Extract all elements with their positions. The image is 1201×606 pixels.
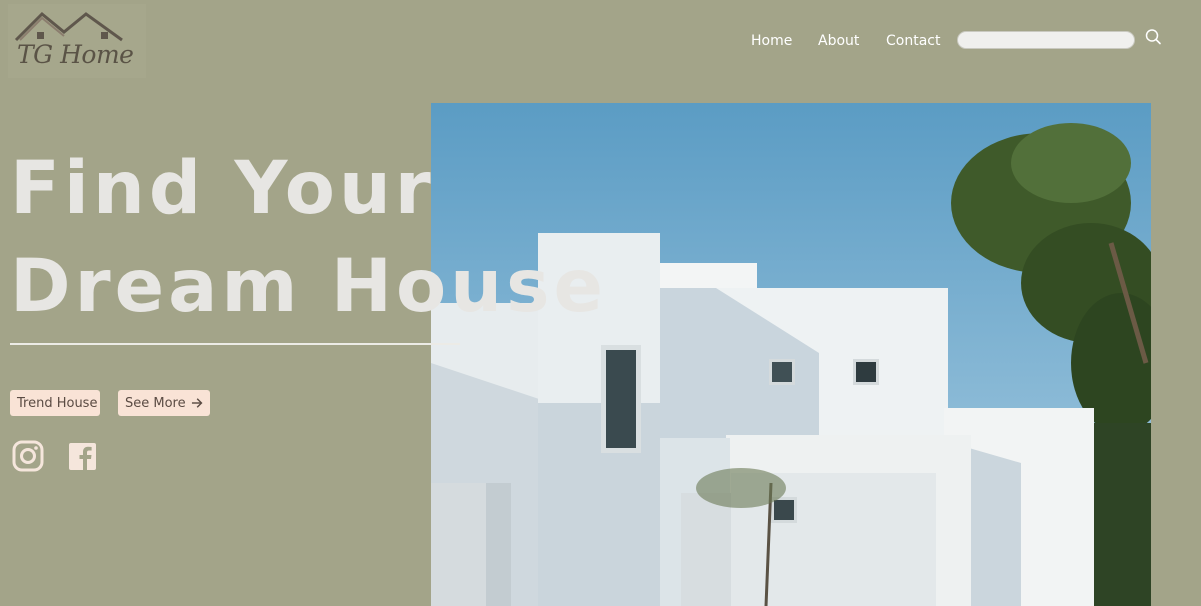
- nav-home[interactable]: Home: [751, 33, 792, 49]
- logo-text: TG Home: [17, 40, 134, 69]
- hero-headline: Find Your Dream House: [10, 140, 607, 336]
- headline-divider: [10, 343, 460, 345]
- logo[interactable]: TG Home: [8, 4, 146, 78]
- headline-line-2: Dream House: [10, 244, 608, 329]
- arrow-right-icon: [191, 398, 203, 408]
- search-input[interactable]: [957, 31, 1135, 49]
- search-icon[interactable]: [1144, 28, 1162, 46]
- nav-contact[interactable]: Contact: [886, 33, 940, 49]
- house-roof-icon: [14, 11, 123, 42]
- facebook-icon[interactable]: [68, 440, 98, 472]
- see-more-button[interactable]: See More: [118, 390, 210, 416]
- see-more-label: See More: [125, 395, 186, 411]
- trend-house-button[interactable]: Trend House: [10, 390, 100, 416]
- headline-line-1: Find Your: [10, 146, 435, 231]
- instagram-icon[interactable]: [12, 440, 44, 472]
- trend-house-label: Trend House: [17, 395, 98, 411]
- nav-about[interactable]: About: [818, 33, 859, 49]
